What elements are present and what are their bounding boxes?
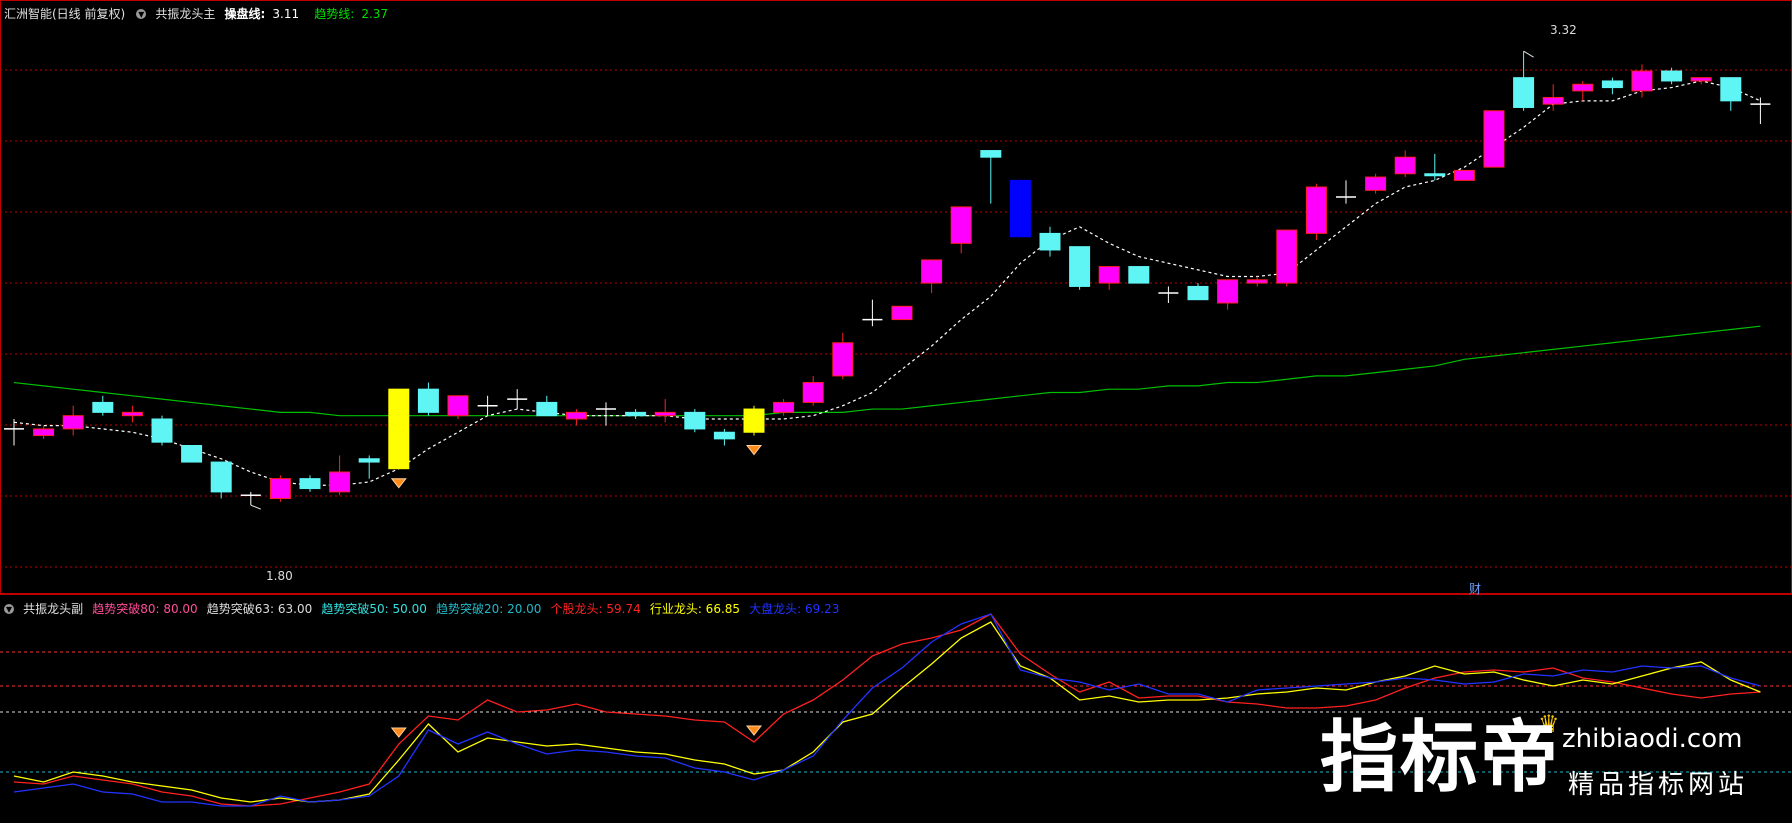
op-line-label: 操盘线: (224, 7, 266, 21)
candle (1483, 110, 1505, 168)
watermark-url: zhibiaodi.com (1562, 724, 1743, 754)
candle-body (181, 445, 203, 463)
candle-body (773, 401, 795, 413)
legend-item: 趋势突破80: 80.00 (92, 602, 198, 616)
watermark-brand: 指标帝 (1320, 713, 1561, 803)
candle-body (1069, 246, 1091, 287)
candle-body (1542, 97, 1564, 105)
candle-body (210, 461, 232, 493)
candle-body (121, 411, 143, 417)
sub-indicator-name[interactable]: 共振龙头副 (23, 602, 83, 616)
stock-name: 汇洲智能(日线 前复权) (4, 7, 126, 21)
candle-body (1690, 77, 1712, 82)
legend-item: 趋势突破20: 20.00 (435, 602, 542, 616)
candle-body (1365, 176, 1387, 191)
candle (269, 475, 291, 502)
candle (1453, 169, 1475, 181)
trend-line-label: 趋势线: (314, 7, 355, 21)
high-price-label: 3.32 (1550, 23, 1577, 37)
candle-body (1305, 186, 1327, 234)
legend-item: 行业龙头: 66.85 (649, 602, 741, 616)
candle-body (950, 206, 972, 244)
candle-body (743, 408, 765, 433)
legend-item: 大盘龙头: 69.23 (749, 602, 840, 616)
candle-body (536, 401, 558, 417)
candle-body (417, 388, 439, 413)
sub-panel-header: ▾ 共振龙头副 趋势突破80: 80.00 趋势突破63: 63.00 趋势突破… (0, 598, 1792, 616)
candle-body (802, 382, 824, 403)
chevron-down-icon[interactable]: ▾ (4, 603, 14, 615)
candle-body (1631, 70, 1653, 92)
candle (1128, 266, 1150, 284)
legend-item: 趋势突破50: 50.00 (321, 602, 427, 616)
candle-body (33, 428, 55, 437)
candle-body (921, 259, 943, 284)
candle-body (1483, 110, 1505, 168)
candle-body (1424, 173, 1446, 177)
candle (1009, 179, 1031, 238)
candle-body (447, 395, 469, 417)
candle (1305, 183, 1327, 241)
candle-body (1128, 266, 1150, 284)
candle-body (891, 305, 913, 321)
candle-body (832, 342, 854, 377)
candle-body (1394, 156, 1416, 175)
candle-body (358, 458, 380, 463)
low-price-label: 1.80 (266, 569, 293, 583)
candle-body (1572, 83, 1594, 92)
indicator-name[interactable]: 共振龙头主 (155, 7, 215, 21)
candle-body (980, 150, 1002, 158)
chevron-down-icon[interactable]: ▾ (136, 8, 147, 20)
candle (1276, 229, 1298, 287)
candle-body (654, 411, 676, 417)
candle-body (565, 411, 587, 420)
candle-body (1720, 77, 1742, 102)
candle-body (1513, 77, 1535, 108)
watermark: ♛ 指标帝 zhibiaodi.com 精品指标网站 (1320, 710, 1780, 805)
candle-body (1039, 232, 1061, 251)
candle-body (62, 415, 84, 430)
candle-body (388, 388, 410, 470)
candle-body (1661, 70, 1683, 82)
candle-body (269, 478, 291, 500)
main-panel-header: 汇洲智能(日线 前复权) ▾ 共振龙头主 操盘线: 3.11 趋势线: 2.37 (0, 3, 1792, 21)
candle-body (151, 418, 173, 443)
candle (181, 445, 203, 463)
candle-body (1098, 266, 1120, 284)
candle (1365, 173, 1387, 194)
watermark-tagline: 精品指标网站 (1568, 770, 1749, 800)
op-line-value: 3.11 (272, 7, 300, 21)
candle-body (1187, 285, 1209, 301)
candle (743, 405, 765, 436)
candle-body (92, 401, 114, 413)
candle (1069, 246, 1091, 290)
trend-line-value: 2.37 (361, 7, 389, 21)
candle-body (1276, 229, 1298, 284)
candle-body (329, 471, 351, 493)
legend-item: 趋势突破63: 63.00 (206, 602, 313, 616)
candle-body (1453, 169, 1475, 181)
candle-body (1009, 179, 1031, 238)
candle-body (1601, 80, 1623, 89)
candle (684, 409, 706, 433)
candle-body (713, 431, 735, 440)
candle (891, 305, 913, 321)
candle-body (299, 478, 321, 490)
candle-body (1246, 279, 1268, 284)
candle-body (684, 411, 706, 430)
candle (447, 395, 469, 419)
legend-item: 个股龙头: 59.74 (550, 602, 641, 616)
trading-chart-window: 汇洲智能(日线 前复权) ▾ 共振龙头主 操盘线: 3.11 趋势线: 2.37… (0, 0, 1792, 823)
finance-marker[interactable]: 财 (1469, 582, 1481, 596)
candle (388, 388, 410, 470)
candle-body (625, 411, 647, 417)
candle (151, 415, 173, 446)
chart-canvas (0, 0, 1792, 823)
candle-body (1217, 279, 1239, 304)
